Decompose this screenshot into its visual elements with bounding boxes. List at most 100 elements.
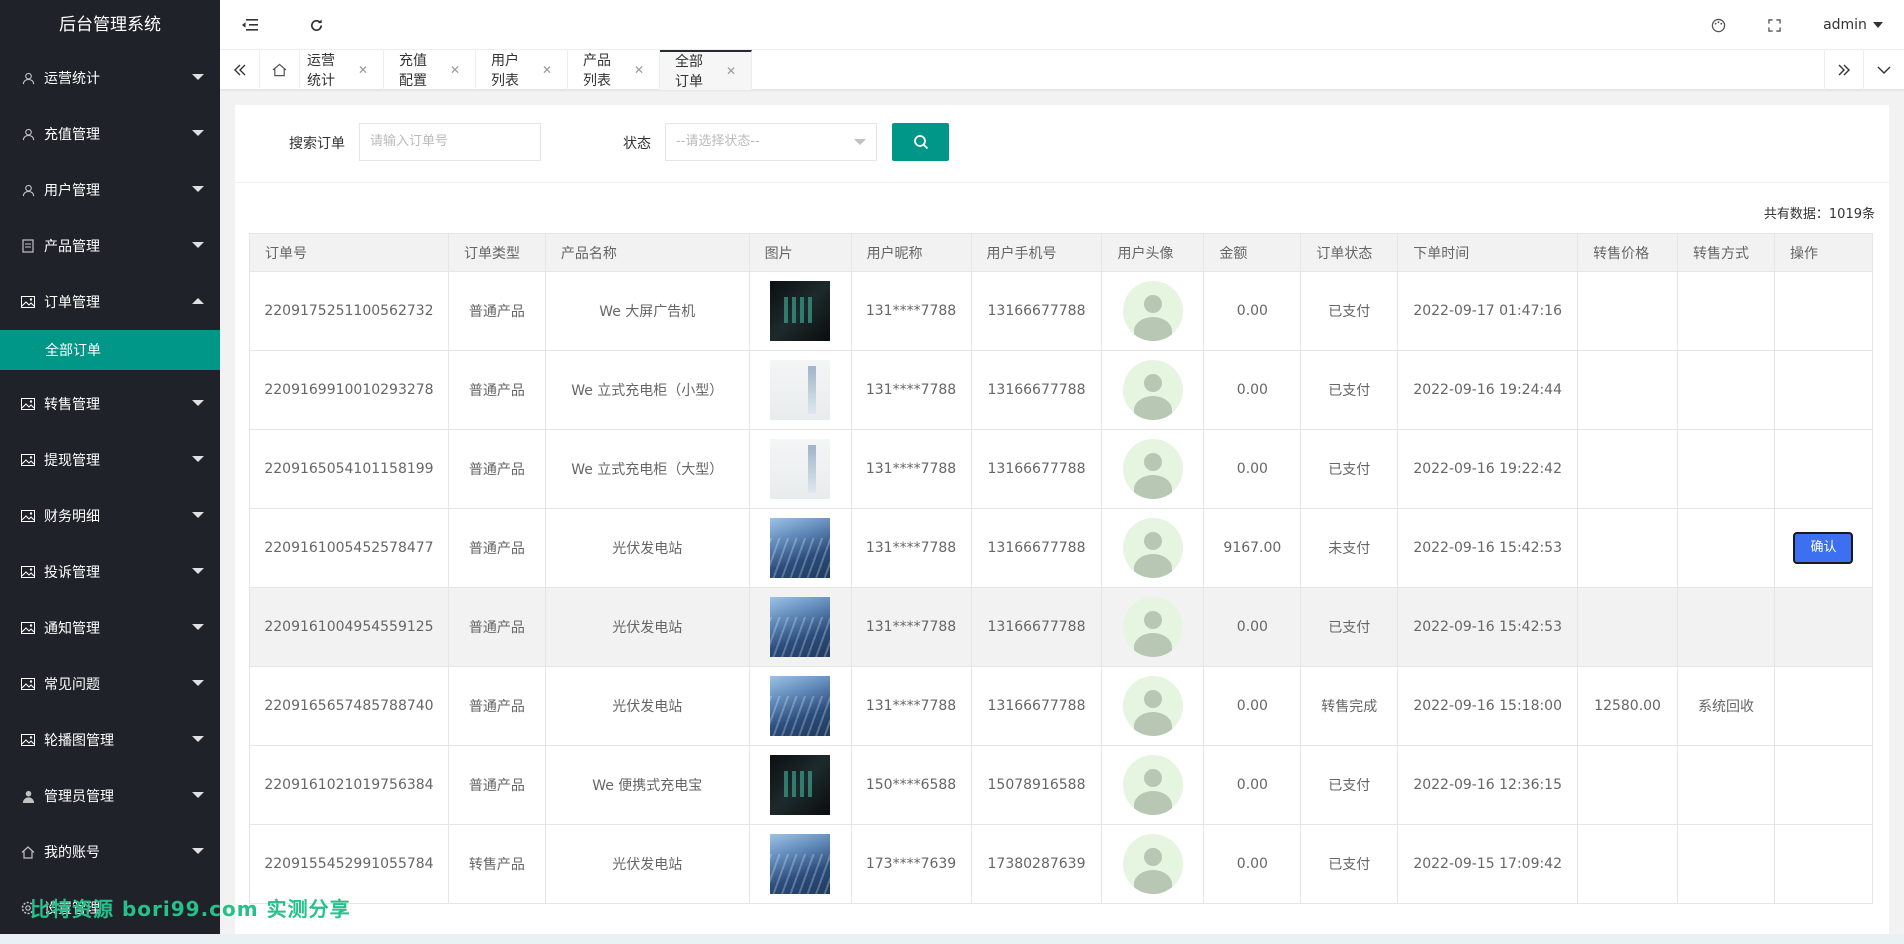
cell-order-type: 普通产品 xyxy=(447,271,546,351)
tabs-menu-icon[interactable] xyxy=(1864,50,1904,90)
column-header: 下单时间 xyxy=(1397,233,1579,272)
product-thumbnail[interactable] xyxy=(770,834,831,894)
sidebar-item[interactable]: 运营统计 xyxy=(0,50,220,106)
column-header: 用户头像 xyxy=(1101,233,1205,272)
sidebar-item[interactable]: 常见问题 xyxy=(0,656,220,712)
search-button[interactable] xyxy=(892,123,949,161)
table-row: 2209161005452578477 普通产品 光伏发电站 131****7788 1… xyxy=(249,508,1874,588)
cell-action xyxy=(1773,666,1874,746)
cell-resale-price xyxy=(1577,429,1679,509)
sidebar-item[interactable]: 转售管理 xyxy=(0,376,220,432)
cell-resale-method xyxy=(1677,271,1775,351)
sidebar-item[interactable]: 投诉管理 xyxy=(0,544,220,600)
refresh-icon[interactable] xyxy=(304,0,328,50)
table-body: 2209175251100562732 普通产品 We 大屏广告机 131****77… xyxy=(249,271,1874,904)
cell-order-no: 2209161005452578477 xyxy=(249,508,449,588)
sidebar-item-label: 通知管理 xyxy=(44,621,100,637)
tabs-prev-icon[interactable] xyxy=(220,50,260,90)
sidebar-item[interactable]: 我的账号 xyxy=(0,824,220,880)
product-thumbnail[interactable] xyxy=(770,518,831,578)
order-search-input[interactable]: 请输入订单号 xyxy=(359,123,541,161)
sidebar-item[interactable]: 提现管理 xyxy=(0,432,220,488)
image-icon xyxy=(20,564,36,580)
chevron-down-icon xyxy=(1872,22,1883,28)
tab[interactable]: 全部订单 ✕ xyxy=(660,50,752,90)
sidebar-item[interactable]: 充值管理 xyxy=(0,106,220,162)
bottom-strip xyxy=(0,934,1904,944)
sidebar-item[interactable]: 轮播图管理 xyxy=(0,712,220,768)
user-avatar[interactable] xyxy=(1122,360,1183,420)
cell-image xyxy=(748,824,852,904)
tab[interactable]: 用户列表 ✕ xyxy=(476,50,568,90)
tabs-next-icon[interactable] xyxy=(1824,50,1864,90)
sidebar-item[interactable]: 管理员管理 xyxy=(0,768,220,824)
sidebar-item[interactable]: 通知管理 xyxy=(0,600,220,656)
cell-resale-method xyxy=(1677,587,1775,667)
search-bar: 搜索订单 请输入订单号 状态 --请选择状态-- xyxy=(235,105,1889,183)
cell-action xyxy=(1773,587,1874,667)
sidebar-item[interactable]: 用户管理 xyxy=(0,162,220,218)
user-avatar[interactable] xyxy=(1122,676,1183,736)
user-name: admin xyxy=(1823,17,1867,33)
sidebar-item[interactable]: 财务明细 xyxy=(0,488,220,544)
table-row: 2209169910010293278 普通产品 We 立式充电柜（小型） 131**… xyxy=(249,350,1874,430)
cell-product-name: We 便携式充电宝 xyxy=(544,745,750,825)
close-icon[interactable]: ✕ xyxy=(450,63,460,77)
cell-amount: 0.00 xyxy=(1203,824,1302,904)
cell-order-type: 普通产品 xyxy=(447,666,546,746)
confirm-button[interactable]: 确认 xyxy=(1793,532,1854,564)
sidebar-item-label: 订单管理 xyxy=(44,295,100,311)
sidebar-item-label: 运营统计 xyxy=(44,71,100,87)
cell-order-time: 2022-09-16 12:36:15 xyxy=(1397,745,1579,825)
product-thumbnail[interactable] xyxy=(770,597,831,657)
product-thumbnail[interactable] xyxy=(770,439,831,499)
product-thumbnail[interactable] xyxy=(770,676,831,736)
sidebar: 后台管理系统 运营统计 充值管理 用户管理 产品管理 订单管理 全部订单 转售管理 提现管理财… xyxy=(0,0,220,944)
user-avatar[interactable] xyxy=(1122,834,1183,894)
user-menu[interactable]: admin xyxy=(1818,0,1888,50)
top-header: admin xyxy=(220,0,1904,50)
table-row: 2209165657485788740 普通产品 光伏发电站 131****7788 1… xyxy=(249,666,1874,746)
fullscreen-icon[interactable] xyxy=(1762,0,1786,50)
sidebar-nav: 运营统计充值管理 用户管理 产品管理订单管理全部订单转售管理提现管理 财务明细 投诉管理… xyxy=(0,50,220,936)
collapse-menu-icon[interactable] xyxy=(238,0,262,50)
sidebar-item[interactable]: 订单管理 xyxy=(0,274,220,330)
tab[interactable]: 产品列表 ✕ xyxy=(568,50,660,90)
close-icon[interactable]: ✕ xyxy=(634,63,644,77)
cell-resale-method xyxy=(1677,745,1775,825)
cell-avatar xyxy=(1101,271,1205,351)
cell-avatar xyxy=(1101,587,1205,667)
product-thumbnail[interactable] xyxy=(770,360,831,420)
status-select[interactable]: --请选择状态-- xyxy=(665,123,877,161)
total-value: 1019条 xyxy=(1828,207,1875,222)
theme-icon[interactable] xyxy=(1706,0,1730,50)
cell-order-time: 2022-09-16 15:18:00 xyxy=(1397,666,1579,746)
column-header: 订单状态 xyxy=(1300,233,1399,272)
cell-nickname: 131****7788 xyxy=(850,666,972,746)
user-avatar[interactable] xyxy=(1122,281,1183,341)
user-avatar[interactable] xyxy=(1122,597,1183,657)
user-avatar[interactable] xyxy=(1122,518,1183,578)
user-icon xyxy=(20,70,36,86)
cell-resale-price xyxy=(1577,587,1679,667)
sidebar-subitem-all-orders[interactable]: 全部订单 xyxy=(0,330,220,370)
cell-product-name: We 立式充电柜（小型） xyxy=(544,350,750,430)
chevron-down-icon xyxy=(192,130,204,136)
tab[interactable]: 充值配置 ✕ xyxy=(384,50,476,90)
sidebar-item-label: 转售管理 xyxy=(44,397,100,413)
user-avatar[interactable] xyxy=(1122,439,1183,499)
cell-order-no: 2209161004954559125 xyxy=(249,587,449,667)
close-icon[interactable]: ✕ xyxy=(358,63,368,77)
cell-nickname: 131****7788 xyxy=(850,350,972,430)
product-thumbnail[interactable] xyxy=(770,281,831,341)
cell-image xyxy=(748,271,852,351)
close-icon[interactable]: ✕ xyxy=(726,64,736,78)
sidebar-item[interactable]: 产品管理 xyxy=(0,218,220,274)
product-thumbnail[interactable] xyxy=(770,755,831,815)
user-avatar[interactable] xyxy=(1122,755,1183,815)
tab[interactable]: 运营统计 ✕ xyxy=(292,50,384,90)
close-icon[interactable]: ✕ xyxy=(542,63,552,77)
cell-amount: 0.00 xyxy=(1203,745,1302,825)
cell-order-status: 已支付 xyxy=(1300,429,1399,509)
cell-phone: 13166677788 xyxy=(970,666,1103,746)
